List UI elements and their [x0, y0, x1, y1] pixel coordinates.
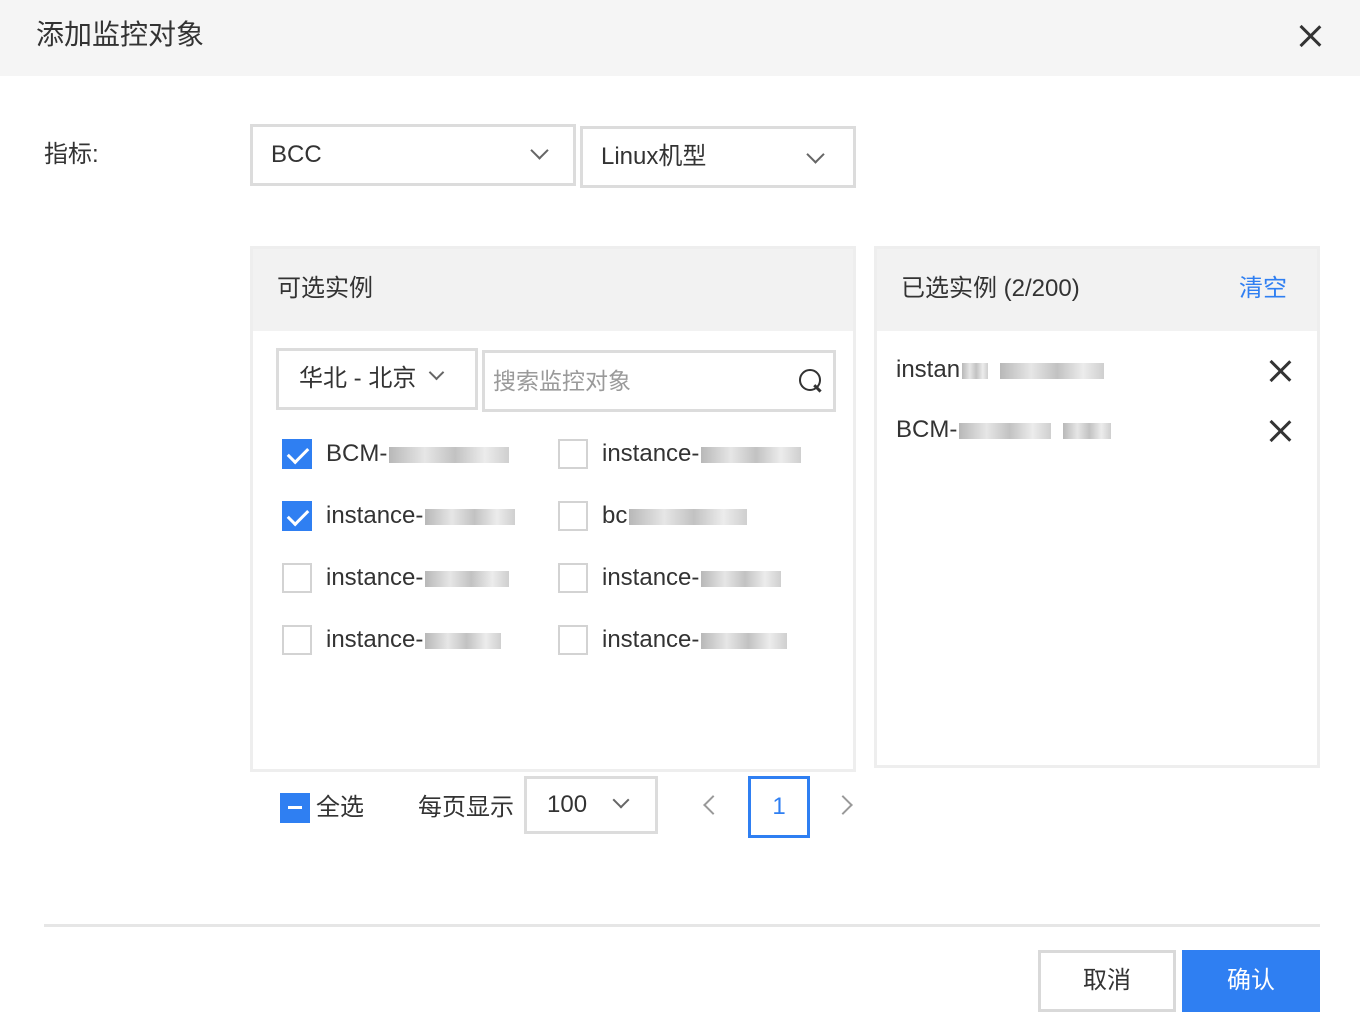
search-box — [482, 350, 836, 412]
clear-link[interactable]: 清空 — [1239, 274, 1287, 304]
chevron-left-icon[interactable] — [703, 795, 723, 815]
page-1-button[interactable]: 1 — [748, 776, 810, 838]
search-input[interactable] — [493, 359, 783, 403]
selected-instance-label: BCM- — [896, 410, 1112, 450]
available-panel-header: 可选实例 — [253, 249, 853, 331]
instance-label: instance- — [602, 558, 782, 598]
available-panel-title: 可选实例 — [277, 275, 373, 302]
checkbox-unchecked[interactable] — [558, 439, 588, 469]
cancel-button[interactable]: 取消 — [1038, 950, 1176, 1012]
instance-label: instance- — [326, 558, 510, 598]
instance-type-select-value: Linux机型 — [601, 143, 707, 170]
remove-icon[interactable] — [1266, 417, 1294, 445]
page-size-select[interactable]: 100 — [524, 776, 658, 834]
selected-instance-label: instan — [896, 350, 1105, 390]
chevron-down-icon — [530, 141, 549, 160]
dialog-title: 添加监控对象 — [36, 19, 205, 50]
instance-label: instance- — [326, 496, 516, 536]
metric-label: 指标: — [44, 141, 99, 168]
page-size-value: 100 — [547, 791, 588, 818]
checkbox-unchecked[interactable] — [558, 501, 588, 531]
checkbox-unchecked[interactable] — [282, 625, 312, 655]
chevron-right-icon[interactable] — [833, 795, 853, 815]
checkbox-unchecked[interactable] — [558, 563, 588, 593]
instance-label: instance- — [602, 434, 802, 474]
checkbox-unchecked[interactable] — [558, 625, 588, 655]
close-icon[interactable] — [1294, 20, 1326, 52]
footer-divider — [44, 924, 1320, 927]
checkbox-unchecked[interactable] — [282, 563, 312, 593]
instance-label: instance- — [326, 620, 502, 660]
region-select-value: 华北 - 北京 — [299, 365, 417, 392]
search-icon[interactable] — [799, 369, 823, 393]
selected-panel-title: 已选实例 (2/200) — [901, 275, 1080, 302]
instance-label: instance- — [602, 620, 788, 660]
dialog-header: 添加监控对象 — [0, 0, 1360, 76]
instance-label: bc — [602, 496, 748, 536]
confirm-button[interactable]: 确认 — [1182, 950, 1320, 1012]
chevron-down-icon — [428, 364, 445, 381]
remove-icon[interactable] — [1266, 357, 1294, 385]
chevron-down-icon — [612, 791, 630, 809]
page-size-label: 每页显示 — [418, 794, 514, 821]
product-select-value: BCC — [271, 141, 322, 168]
product-select[interactable]: BCC — [250, 124, 576, 186]
checkbox-indeterminate[interactable] — [280, 793, 310, 823]
selected-panel-header: 已选实例 (2/200) 清空 — [877, 249, 1317, 331]
select-all-label: 全选 — [316, 794, 364, 821]
instance-label: BCM- — [326, 434, 510, 474]
region-select[interactable]: 华北 - 北京 — [276, 348, 478, 410]
checkbox-checked[interactable] — [282, 439, 312, 469]
checkbox-checked[interactable] — [282, 501, 312, 531]
selected-instances-panel: 已选实例 (2/200) 清空 — [874, 246, 1320, 768]
chevron-down-icon — [806, 145, 825, 164]
instance-type-select[interactable]: Linux机型 — [580, 126, 856, 188]
